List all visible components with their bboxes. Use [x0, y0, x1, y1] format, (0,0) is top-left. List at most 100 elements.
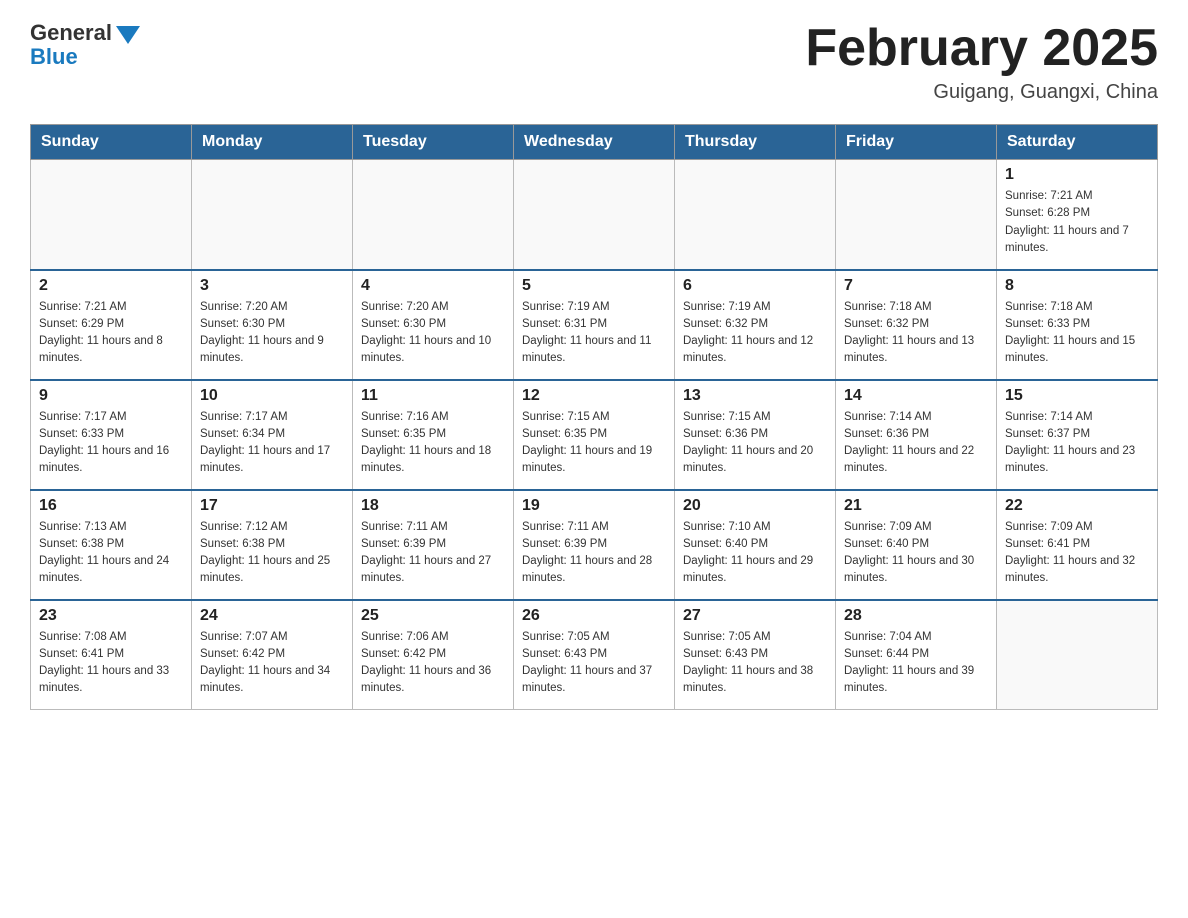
calendar-day-cell: 3 Sunrise: 7:20 AMSunset: 6:30 PMDaylight… [192, 270, 353, 380]
day-number: 9 [39, 387, 183, 405]
calendar-day-cell: 7 Sunrise: 7:18 AMSunset: 6:32 PMDaylight… [836, 270, 997, 380]
calendar-day-cell: 25 Sunrise: 7:06 AMSunset: 6:42 PMDayligh… [353, 600, 514, 710]
day-info: Sunrise: 7:21 AMSunset: 6:29 PMDaylight:… [39, 299, 183, 368]
day-number: 23 [39, 607, 183, 625]
day-info: Sunrise: 7:05 AMSunset: 6:43 PMDaylight:… [683, 629, 827, 698]
calendar-day-cell: 1 Sunrise: 7:21 AMSunset: 6:28 PMDaylight… [997, 160, 1158, 270]
day-info: Sunrise: 7:15 AMSunset: 6:35 PMDaylight:… [522, 409, 666, 478]
calendar-header-thursday: Thursday [675, 125, 836, 160]
logo-general-text: General [30, 20, 112, 46]
day-number: 2 [39, 277, 183, 295]
calendar-day-cell [353, 160, 514, 270]
calendar-day-cell [997, 600, 1158, 710]
day-number: 7 [844, 277, 988, 295]
calendar-day-cell: 26Sunrise: 7:05 AMSunset: 6:43 PMDayligh… [514, 600, 675, 710]
calendar-day-cell: 2 Sunrise: 7:21 AMSunset: 6:29 PMDaylight… [31, 270, 192, 380]
calendar-day-cell: 10Sunrise: 7:17 AMSunset: 6:34 PMDayligh… [192, 380, 353, 490]
day-number: 1 [1005, 166, 1149, 184]
calendar-day-cell: 17 Sunrise: 7:12 AMSunset: 6:38 PMDayligh… [192, 490, 353, 600]
day-info: Sunrise: 7:18 AMSunset: 6:32 PMDaylight:… [844, 299, 988, 368]
day-info: Sunrise: 7:04 AMSunset: 6:44 PMDaylight:… [844, 629, 988, 698]
day-number: 21 [844, 497, 988, 515]
day-info: Sunrise: 7:19 AMSunset: 6:32 PMDaylight:… [683, 299, 827, 368]
day-number: 14 [844, 387, 988, 405]
day-info: Sunrise: 7:10 AMSunset: 6:40 PMDaylight:… [683, 519, 827, 588]
day-info: Sunrise: 7:07 AMSunset: 6:42 PMDaylight:… [200, 629, 344, 698]
calendar-day-cell: 22Sunrise: 7:09 AMSunset: 6:41 PMDayligh… [997, 490, 1158, 600]
calendar-day-cell: 28 Sunrise: 7:04 AMSunset: 6:44 PMDayligh… [836, 600, 997, 710]
calendar-day-cell: 23 Sunrise: 7:08 AMSunset: 6:41 PMDayligh… [31, 600, 192, 710]
day-info: Sunrise: 7:08 AMSunset: 6:41 PMDaylight:… [39, 629, 183, 698]
day-info: Sunrise: 7:14 AMSunset: 6:36 PMDaylight:… [844, 409, 988, 478]
day-number: 4 [361, 277, 505, 295]
day-number: 12 [522, 387, 666, 405]
day-info: Sunrise: 7:09 AMSunset: 6:40 PMDaylight:… [844, 519, 988, 588]
calendar-day-cell: 11 Sunrise: 7:16 AMSunset: 6:35 PMDayligh… [353, 380, 514, 490]
day-number: 27 [683, 607, 827, 625]
day-info: Sunrise: 7:05 AMSunset: 6:43 PMDaylight:… [522, 629, 666, 698]
day-info: Sunrise: 7:06 AMSunset: 6:42 PMDaylight:… [361, 629, 505, 698]
calendar-day-cell [192, 160, 353, 270]
calendar-header-saturday: Saturday [997, 125, 1158, 160]
day-info: Sunrise: 7:12 AMSunset: 6:38 PMDaylight:… [200, 519, 344, 588]
day-number: 5 [522, 277, 666, 295]
day-number: 11 [361, 387, 505, 405]
day-info: Sunrise: 7:18 AMSunset: 6:33 PMDaylight:… [1005, 299, 1149, 368]
calendar-day-cell [514, 160, 675, 270]
title-section: February 2025 Guigang, Guangxi, China [805, 20, 1158, 104]
day-info: Sunrise: 7:09 AMSunset: 6:41 PMDaylight:… [1005, 519, 1149, 588]
day-number: 28 [844, 607, 988, 625]
calendar-header-sunday: Sunday [31, 125, 192, 160]
day-number: 13 [683, 387, 827, 405]
day-number: 18 [361, 497, 505, 515]
day-number: 3 [200, 277, 344, 295]
calendar-header-monday: Monday [192, 125, 353, 160]
calendar-week-row: 16 Sunrise: 7:13 AMSunset: 6:38 PMDayligh… [31, 490, 1158, 600]
calendar-table: SundayMondayTuesdayWednesdayThursdayFrid… [30, 124, 1158, 710]
calendar-day-cell [31, 160, 192, 270]
day-number: 20 [683, 497, 827, 515]
day-number: 15 [1005, 387, 1149, 405]
month-title: February 2025 [805, 20, 1158, 77]
day-info: Sunrise: 7:11 AMSunset: 6:39 PMDaylight:… [361, 519, 505, 588]
day-info: Sunrise: 7:20 AMSunset: 6:30 PMDaylight:… [200, 299, 344, 368]
day-info: Sunrise: 7:19 AMSunset: 6:31 PMDaylight:… [522, 299, 666, 368]
calendar-day-cell: 6 Sunrise: 7:19 AMSunset: 6:32 PMDaylight… [675, 270, 836, 380]
day-info: Sunrise: 7:14 AMSunset: 6:37 PMDaylight:… [1005, 409, 1149, 478]
calendar-day-cell: 12 Sunrise: 7:15 AMSunset: 6:35 PMDayligh… [514, 380, 675, 490]
calendar-day-cell: 15 Sunrise: 7:14 AMSunset: 6:37 PMDayligh… [997, 380, 1158, 490]
calendar-week-row: 1 Sunrise: 7:21 AMSunset: 6:28 PMDaylight… [31, 160, 1158, 270]
day-number: 24 [200, 607, 344, 625]
calendar-day-cell: 8 Sunrise: 7:18 AMSunset: 6:33 PMDaylight… [997, 270, 1158, 380]
day-info: Sunrise: 7:21 AMSunset: 6:28 PMDaylight:… [1005, 188, 1149, 257]
day-number: 17 [200, 497, 344, 515]
calendar-day-cell [836, 160, 997, 270]
day-number: 8 [1005, 277, 1149, 295]
calendar-header-friday: Friday [836, 125, 997, 160]
calendar-week-row: 2 Sunrise: 7:21 AMSunset: 6:29 PMDaylight… [31, 270, 1158, 380]
day-info: Sunrise: 7:13 AMSunset: 6:38 PMDaylight:… [39, 519, 183, 588]
page-header: General Blue February 2025 Guigang, Guan… [30, 20, 1158, 104]
calendar-day-cell: 9Sunrise: 7:17 AMSunset: 6:33 PMDaylight… [31, 380, 192, 490]
calendar-day-cell: 5 Sunrise: 7:19 AMSunset: 6:31 PMDaylight… [514, 270, 675, 380]
day-info: Sunrise: 7:11 AMSunset: 6:39 PMDaylight:… [522, 519, 666, 588]
calendar-header-tuesday: Tuesday [353, 125, 514, 160]
logo-blue-text: Blue [30, 44, 78, 70]
day-info: Sunrise: 7:20 AMSunset: 6:30 PMDaylight:… [361, 299, 505, 368]
day-info: Sunrise: 7:15 AMSunset: 6:36 PMDaylight:… [683, 409, 827, 478]
calendar-day-cell: 20 Sunrise: 7:10 AMSunset: 6:40 PMDayligh… [675, 490, 836, 600]
location-text: Guigang, Guangxi, China [805, 81, 1158, 104]
day-number: 16 [39, 497, 183, 515]
calendar-week-row: 9Sunrise: 7:17 AMSunset: 6:33 PMDaylight… [31, 380, 1158, 490]
day-number: 25 [361, 607, 505, 625]
calendar-day-cell: 4 Sunrise: 7:20 AMSunset: 6:30 PMDaylight… [353, 270, 514, 380]
calendar-day-cell [675, 160, 836, 270]
day-number: 6 [683, 277, 827, 295]
calendar-header-wednesday: Wednesday [514, 125, 675, 160]
day-info: Sunrise: 7:16 AMSunset: 6:35 PMDaylight:… [361, 409, 505, 478]
calendar-week-row: 23 Sunrise: 7:08 AMSunset: 6:41 PMDayligh… [31, 600, 1158, 710]
day-info: Sunrise: 7:17 AMSunset: 6:34 PMDaylight:… [200, 409, 344, 478]
calendar-day-cell: 19Sunrise: 7:11 AMSunset: 6:39 PMDayligh… [514, 490, 675, 600]
calendar-day-cell: 14 Sunrise: 7:14 AMSunset: 6:36 PMDayligh… [836, 380, 997, 490]
calendar-day-cell: 27 Sunrise: 7:05 AMSunset: 6:43 PMDayligh… [675, 600, 836, 710]
